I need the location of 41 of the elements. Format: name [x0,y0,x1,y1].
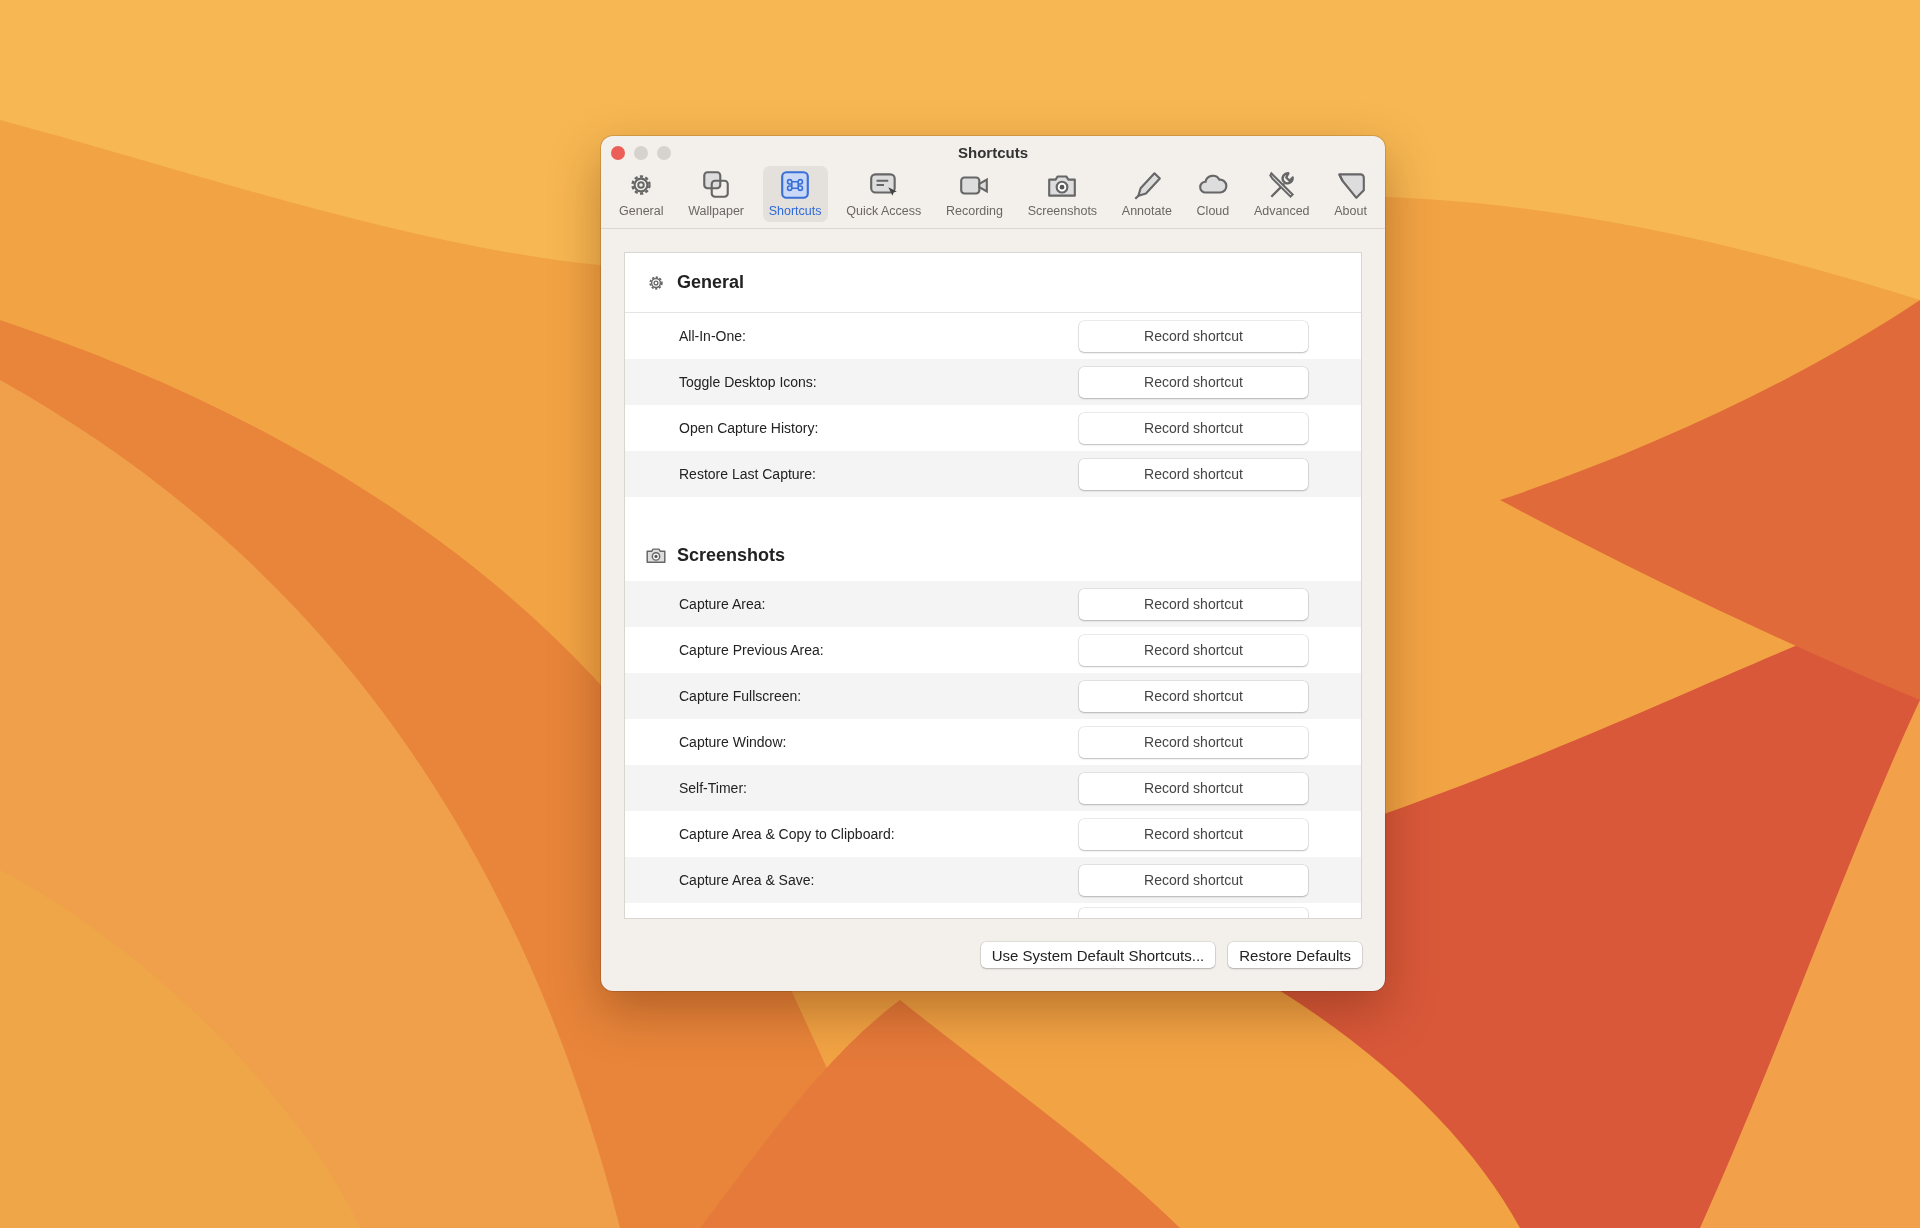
command-key-icon [779,169,812,201]
toolbar-tab[interactable]: About [1328,166,1373,222]
shortcut-label: Capture Area: [679,596,766,612]
shortcut-label: Toggle Desktop Icons: [679,374,817,390]
toolbar-tab[interactable]: Shortcuts [762,166,828,222]
footer-button[interactable]: Restore Defaults [1228,942,1362,968]
shortcut-label: Restore Last Capture: [679,466,816,482]
minimize-button[interactable] [634,146,648,160]
record-shortcut-button[interactable]: Record shortcut [1079,818,1308,850]
record-shortcut-button[interactable]: Record shortcut [1079,366,1308,398]
record-shortcut-button[interactable]: Record shortcut [1079,412,1308,444]
record-shortcut-button[interactable]: Record shortcut [1079,588,1308,620]
shortcut-label: Capture Fullscreen: [679,688,802,704]
window-title: Shortcuts [958,144,1028,161]
toolbar-tab[interactable]: Annotate [1115,166,1178,222]
toolbar-tab[interactable]: Recording [939,166,1009,222]
close-button[interactable] [611,146,625,160]
record-shortcut-button[interactable]: Record shortcut [1079,772,1308,804]
zoom-button[interactable] [657,146,671,160]
section-title: Screenshots [677,544,786,566]
toolbar-tab[interactable]: Advanced [1247,166,1316,222]
shortcut-label: Capture Area & Copy to Clipboard: [679,826,895,842]
toolbar-tab[interactable]: Quick Access [840,166,928,222]
record-shortcut-button[interactable]: Record shortcut [1079,458,1308,490]
toolbar-tab[interactable]: Cloud [1190,166,1236,222]
section-title: General [677,272,745,293]
toolbar-tab[interactable]: Wallpaper [682,166,750,222]
record-shortcut-button[interactable]: Record shortcut [1079,320,1308,352]
record-shortcut-button[interactable]: Record shortcut [1079,634,1308,666]
shortcut-label: Self-Timer: [679,780,747,796]
shortcut-label: Open Capture History: [679,420,819,436]
toolbar-tab[interactable]: General [613,166,670,222]
shortcut-label: Capture Window: [679,734,787,750]
record-shortcut-button[interactable]: Record shortcut [1079,864,1308,896]
footer-button[interactable]: Use System Default Shortcuts... [980,942,1216,968]
toolbar-tab[interactable]: Screenshots [1021,166,1104,222]
record-shortcut-button[interactable]: Record shortcut [1079,726,1308,758]
shortcut-label: Capture Area & Save: [679,872,815,888]
record-shortcut-button[interactable]: Record shortcut [1079,680,1308,712]
shortcut-label: All-In-One: [679,328,746,344]
shortcut-label: Capture Previous Area: [679,642,824,658]
